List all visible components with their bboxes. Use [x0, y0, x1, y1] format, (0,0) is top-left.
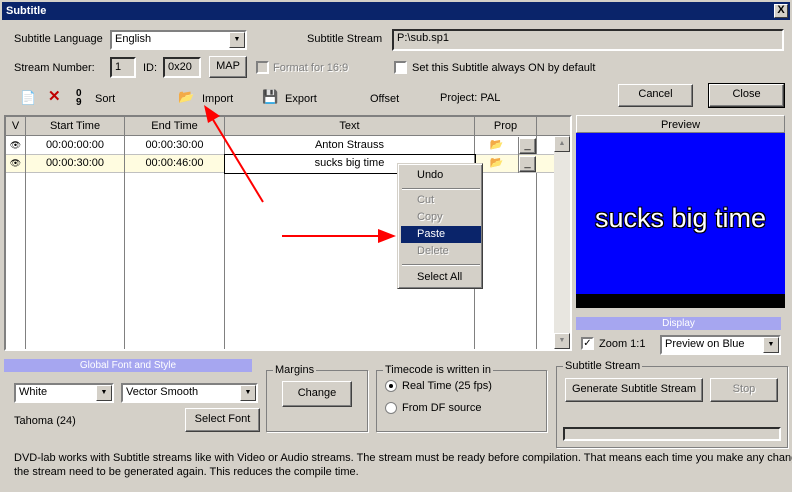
- arrow-to-import: [211, 117, 264, 203]
- arrow-to-import-head: [204, 105, 220, 123]
- arrow-to-paste-head: [378, 229, 396, 243]
- annotation-arrows: [204, 105, 396, 243]
- subtitle-window: Subtitle X Subtitle Language English ▼ S…: [0, 0, 792, 492]
